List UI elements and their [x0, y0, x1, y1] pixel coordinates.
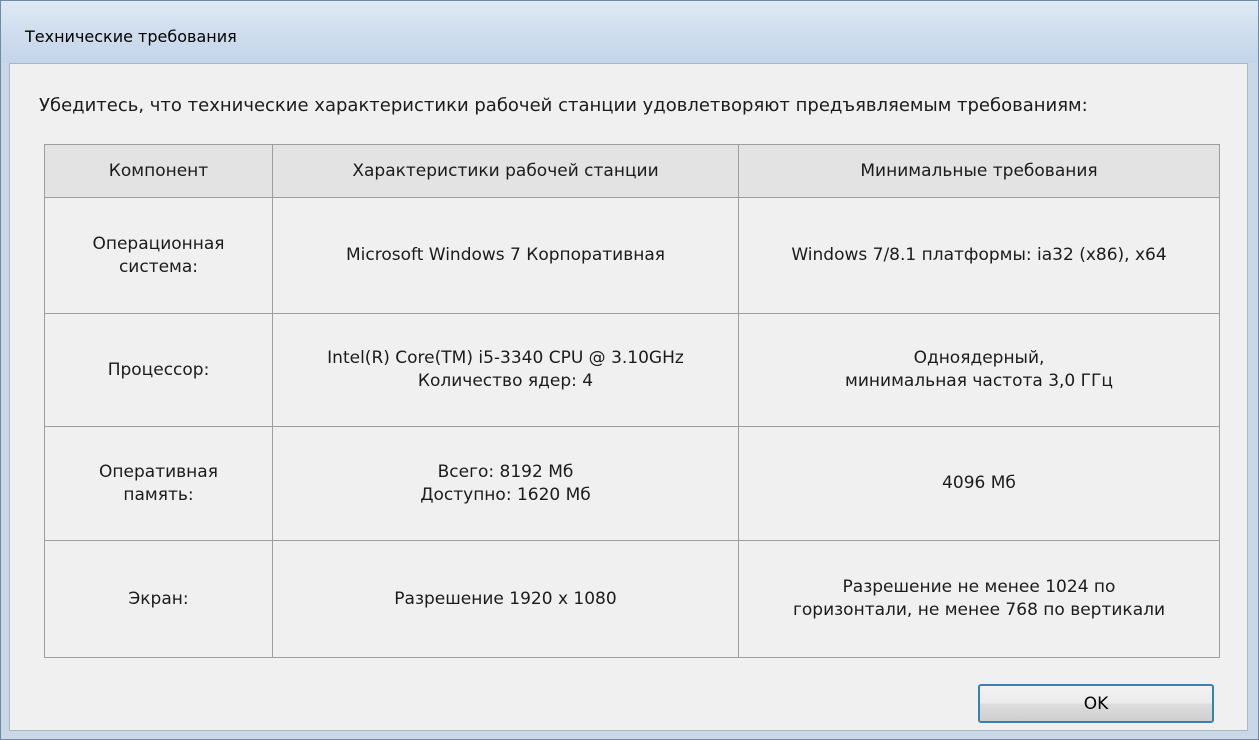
cell-minimum: Разрешение не менее 1024 по горизонтали,…	[738, 540, 1220, 658]
cell-minimum: Windows 7/8.1 платформы: ia32 (x86), x64	[738, 197, 1220, 314]
table-row-screen: Экран: Разрешение 1920 x 1080 Разрешение…	[44, 540, 1220, 658]
requirements-dialog-window: Технические требования Убедитесь, что те…	[0, 0, 1259, 740]
dialog-body: Убедитесь, что технические характеристик…	[9, 63, 1248, 731]
cell-component: Операционная система:	[44, 197, 273, 314]
header-component: Компонент	[44, 144, 273, 198]
table-row-os: Операционная система: Microsoft Windows …	[44, 197, 1220, 314]
cell-component: Экран:	[44, 540, 273, 658]
intro-text: Убедитесь, что технические характеристик…	[39, 95, 1088, 116]
title-bar[interactable]: Технические требования	[1, 1, 1258, 63]
table-row-ram: Оперативная память: Всего: 8192 Мб Досту…	[44, 426, 1220, 541]
table-header-row: Компонент Характеристики рабочей станции…	[44, 144, 1220, 198]
cell-minimum: 4096 Мб	[738, 426, 1220, 541]
header-workstation: Характеристики рабочей станции	[272, 144, 739, 198]
cell-workstation: Разрешение 1920 x 1080	[272, 540, 739, 658]
window-title: Технические требования	[25, 27, 237, 46]
header-minimum: Минимальные требования	[738, 144, 1220, 198]
table-row-cpu: Процессор: Intel(R) Core(TM) i5-3340 CPU…	[44, 313, 1220, 427]
ok-button[interactable]: OK	[978, 684, 1214, 723]
cell-component: Оперативная память:	[44, 426, 273, 541]
cell-minimum: Одноядерный, минимальная частота 3,0 ГГц	[738, 313, 1220, 427]
cell-component: Процессор:	[44, 313, 273, 427]
requirements-table: Компонент Характеристики рабочей станции…	[44, 144, 1220, 658]
cell-workstation: Всего: 8192 Мб Доступно: 1620 Мб	[272, 426, 739, 541]
cell-workstation: Microsoft Windows 7 Корпоративная	[272, 197, 739, 314]
cell-workstation: Intel(R) Core(TM) i5-3340 CPU @ 3.10GHz …	[272, 313, 739, 427]
